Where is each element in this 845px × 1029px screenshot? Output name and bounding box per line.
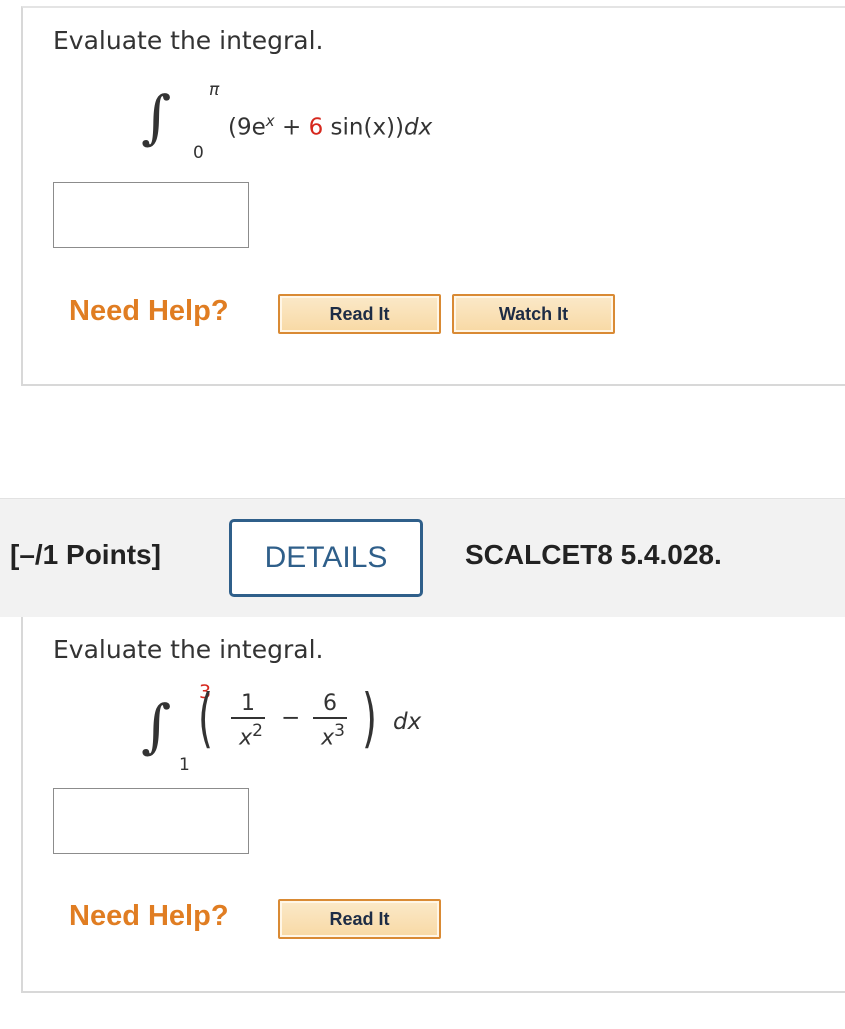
points-label: [–/1 Points] [10, 539, 161, 570]
den2-exp: 3 [334, 721, 345, 741]
fraction-2-numerator: 6 [323, 691, 337, 716]
upper-limit: π [209, 80, 220, 100]
dx: dx [404, 114, 433, 141]
read-it-button[interactable]: Read It [278, 899, 441, 939]
source-label: SCALCET8 5.4.028. [465, 539, 722, 570]
integrand-open: (9e [228, 114, 266, 141]
integral-sign: ∫ [141, 83, 172, 151]
answer-input[interactable] [53, 182, 249, 248]
plus-sign: + [274, 114, 309, 141]
need-help-label: Need Help? [69, 295, 229, 327]
details-button[interactable]: DETAILS [229, 519, 423, 597]
left-paren: ( [197, 682, 213, 756]
minus-sign: − [281, 705, 301, 731]
lower-limit: 1 [179, 755, 190, 775]
integrand-rest: sin(x)) [323, 114, 405, 141]
watch-it-button[interactable]: Watch It [452, 294, 615, 334]
den2-base: x [321, 725, 335, 751]
answer-input[interactable] [53, 788, 249, 854]
fraction-1-denominator: x2 [231, 721, 271, 750]
coefficient: 6 [308, 114, 324, 141]
fraction-1-bar [231, 717, 265, 719]
fraction-2-denominator: x3 [313, 721, 353, 750]
question-prompt: Evaluate the integral. [53, 26, 324, 55]
den1-exp: 2 [252, 721, 263, 741]
fraction-1-numerator: 1 [241, 691, 255, 716]
dx: dx [393, 709, 422, 735]
question-2-box: Evaluate the integral. ∫ 3 1 ( 1 x2 − 6 … [21, 617, 845, 993]
lower-limit: 0 [193, 143, 204, 163]
need-help-label: Need Help? [69, 900, 229, 932]
den1-base: x [239, 725, 253, 751]
question-1-box: Evaluate the integral. ∫ π 0 (9ex + 6 si… [21, 6, 845, 386]
question-header: [–/1 Points] DETAILS SCALCET8 5.4.028. [0, 498, 845, 617]
question-prompt: Evaluate the integral. [53, 635, 324, 664]
right-paren: ) [361, 682, 377, 756]
integrand: (9ex + 6 sin(x))dx [228, 112, 432, 141]
integral-sign: ∫ [141, 692, 172, 760]
read-it-button[interactable]: Read It [278, 294, 441, 334]
fraction-2-bar [313, 717, 347, 719]
exponent: x [265, 112, 275, 130]
